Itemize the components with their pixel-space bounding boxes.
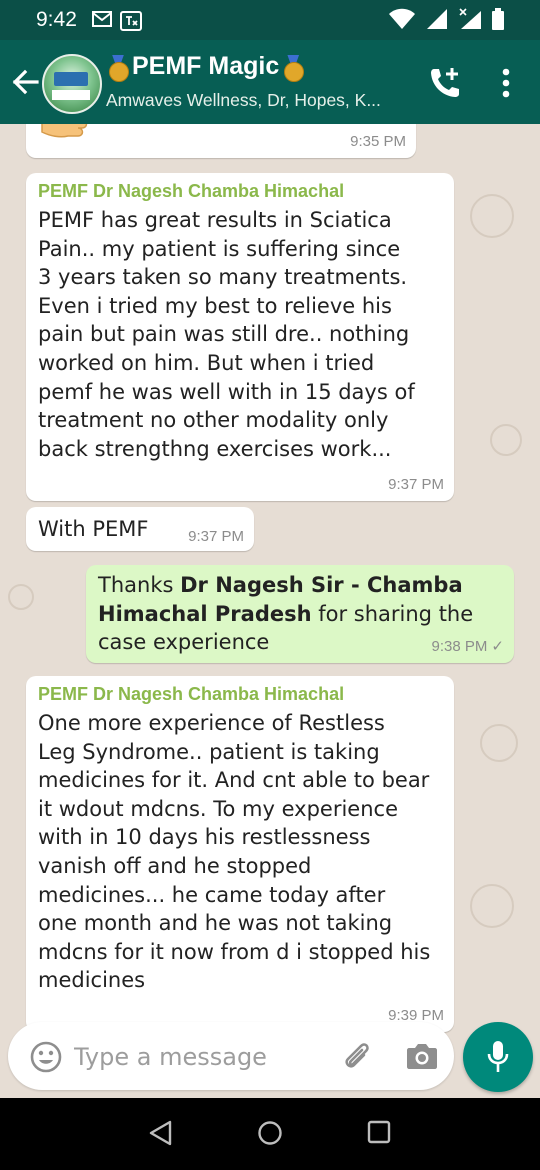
signal-x-icon [459,8,481,29]
message-time: 9:35 PM [350,133,406,150]
wallpaper-doodle [490,424,522,456]
message-time: 9:37 PM [388,476,444,493]
translate-icon [120,11,142,31]
chat-conversation[interactable]: 9:35 PM PEMF Dr Nagesh Chamba Himachal P… [0,124,540,1098]
medal-icon [108,54,129,82]
message-text-prefix: Thanks [98,573,181,597]
thumbs-up-emoji [41,124,88,138]
attach-icon[interactable] [340,1040,374,1074]
wallpaper-doodle [480,724,518,762]
add-call-icon[interactable] [428,66,462,100]
more-options-icon[interactable] [500,68,512,98]
message-input[interactable] [72,1034,336,1080]
chat-header: PEMF Magic Amwaves Wellness, Dr, Hopes, … [0,40,540,124]
message-bubble-incoming[interactable]: With PEMF 9:37 PM [26,507,254,551]
voice-record-button[interactable] [463,1022,533,1092]
status-notification-icons [92,11,142,31]
back-triangle-icon[interactable] [148,1120,174,1146]
message-text: PEMF has great results in Sciatica Pain.… [38,208,415,461]
message-bubble-incoming[interactable]: PEMF Dr Nagesh Chamba Himachal PEMF has … [26,173,454,501]
message-time: 9:38 PM ✓ [432,637,504,655]
emoji-icon[interactable] [30,1041,62,1073]
medal-icon [283,54,305,82]
battery-icon [492,8,504,30]
message-text: One more experience of Restless Leg Synd… [38,711,431,993]
wallpaper-doodle [8,584,34,610]
status-system-icons [388,8,504,30]
sent-check-icon: ✓ [491,638,504,655]
recents-square-icon[interactable] [367,1120,391,1144]
message-time-value: 9:38 PM [431,638,488,655]
camera-icon[interactable] [406,1042,438,1070]
chat-title[interactable]: PEMF Magic [108,52,305,82]
signal-icon [427,9,447,29]
message-time: 9:37 PM [188,528,244,545]
status-time: 9:42 [36,8,77,31]
mic-icon [487,1041,509,1072]
sender-name[interactable]: PEMF Dr Nagesh Chamba Himachal [38,181,442,202]
system-navigation-bar [0,1098,540,1170]
message-bubble-outgoing[interactable]: Thanks Dr Nagesh Sir - Chamba Himachal P… [86,565,514,663]
gmail-icon [92,11,112,27]
wallpaper-doodle [470,194,514,238]
message-bubble-incoming[interactable]: 9:35 PM [26,124,416,158]
message-composer [8,1022,454,1090]
sender-name[interactable]: PEMF Dr Nagesh Chamba Himachal [38,684,442,705]
home-circle-icon[interactable] [257,1120,283,1146]
group-avatar[interactable] [42,54,102,114]
message-bubble-incoming[interactable]: PEMF Dr Nagesh Chamba Himachal One more … [26,676,454,1032]
wallpaper-doodle [470,884,514,928]
back-arrow-icon[interactable] [10,64,40,100]
group-name: PEMF Magic [132,52,280,80]
status-bar: 9:42 [0,0,540,40]
wifi-icon [389,8,415,29]
group-participants[interactable]: Amwaves Wellness, Dr, Hopes, K... [106,90,381,111]
